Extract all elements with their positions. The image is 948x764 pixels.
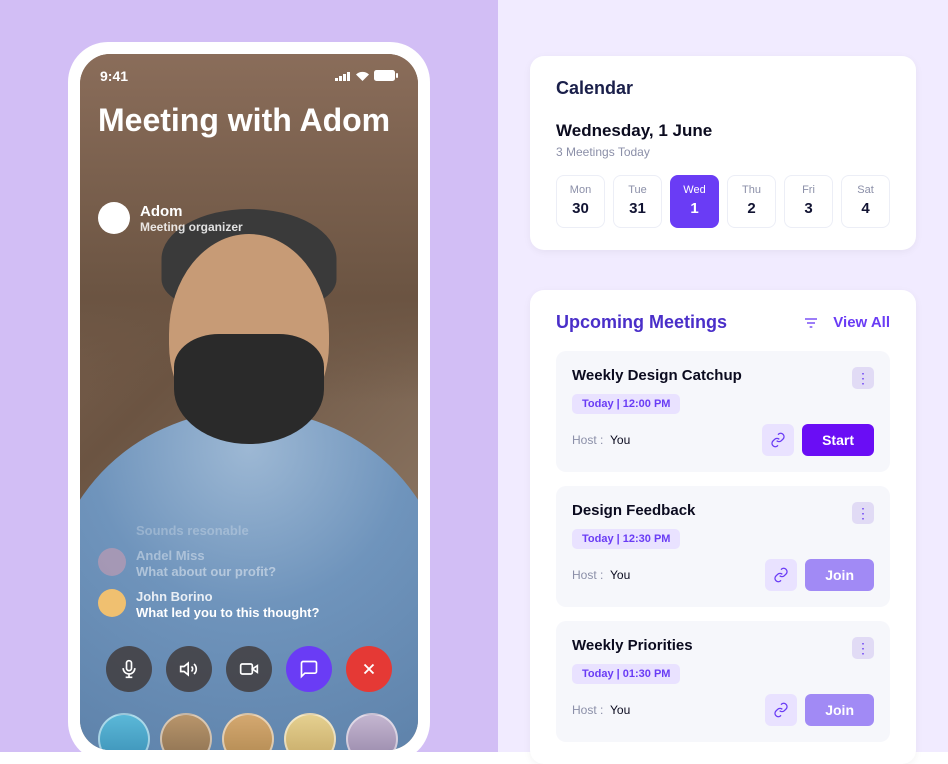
signal-icon [335, 68, 351, 84]
more-icon[interactable]: ⋮ [852, 637, 874, 659]
meeting-title: Weekly Priorities [572, 637, 693, 654]
left-panel: 9:41 Meeting with Adom Adom [0, 0, 498, 752]
join-button[interactable]: Join [805, 694, 874, 726]
phone-frame: 9:41 Meeting with Adom Adom [68, 42, 430, 762]
speaker-button[interactable] [166, 646, 212, 692]
participant-avatar[interactable] [160, 713, 212, 750]
chat-avatar [98, 589, 126, 617]
participant-avatar[interactable] [284, 713, 336, 750]
day-thu[interactable]: Thu2 [727, 175, 776, 228]
link-icon[interactable] [762, 424, 794, 456]
meeting-item: Weekly Priorities ⋮ Today | 01:30 PM Hos… [556, 621, 890, 742]
meeting-time: Today | 12:00 PM [572, 394, 680, 414]
meeting-item: Weekly Design Catchup ⋮ Today | 12:00 PM… [556, 351, 890, 472]
day-wed[interactable]: Wed1 [670, 175, 719, 228]
filter-icon[interactable] [801, 313, 821, 333]
chat-name: John Borino [136, 589, 319, 604]
meeting-host: Host : You [572, 703, 630, 717]
meeting-time: Today | 12:30 PM [572, 529, 680, 549]
calendar-card: Calendar Wednesday, 1 June 3 Meetings To… [530, 56, 916, 250]
organizer-role: Meeting organizer [140, 220, 243, 234]
day-mon[interactable]: Mon30 [556, 175, 605, 228]
status-icons [335, 68, 398, 84]
phone-screen: 9:41 Meeting with Adom Adom [80, 54, 418, 750]
participant-avatar[interactable] [346, 713, 398, 750]
video-button[interactable] [226, 646, 272, 692]
upcoming-card: Upcoming Meetings View All Weekly Design… [530, 290, 916, 764]
more-icon[interactable]: ⋮ [852, 367, 874, 389]
meeting-host: Host : You [572, 568, 630, 582]
mic-button[interactable] [106, 646, 152, 692]
chat-button[interactable] [286, 646, 332, 692]
day-tue[interactable]: Tue31 [613, 175, 662, 228]
meeting-title: Meeting with Adom [98, 102, 400, 139]
calendar-title: Calendar [556, 78, 890, 99]
upcoming-title: Upcoming Meetings [556, 312, 727, 333]
day-sat[interactable]: Sat4 [841, 175, 890, 228]
join-button[interactable]: Join [805, 559, 874, 591]
organizer-name: Adom [140, 203, 243, 220]
meeting-time: Today | 01:30 PM [572, 664, 680, 684]
chat-body: What led you to this thought? [136, 605, 319, 620]
calendar-subtitle: 3 Meetings Today [556, 145, 890, 159]
participant-avatar[interactable] [222, 713, 274, 750]
end-call-button[interactable] [346, 646, 392, 692]
chat-message: Andel Miss What about our profit? [98, 548, 400, 579]
calendar-date: Wednesday, 1 June [556, 121, 890, 141]
battery-icon [374, 68, 398, 84]
link-icon[interactable] [765, 694, 797, 726]
chat-message: John Borino What led you to this thought… [98, 589, 400, 620]
chat-body: What about our profit? [136, 564, 276, 579]
chat-overlay: Sounds resonable Andel Miss What about o… [98, 523, 400, 620]
link-icon[interactable] [765, 559, 797, 591]
day-fri[interactable]: Fri3 [784, 175, 833, 228]
more-icon[interactable]: ⋮ [852, 502, 874, 524]
call-controls [80, 646, 418, 692]
organizer: Adom Meeting organizer [98, 202, 243, 234]
view-all-link[interactable]: View All [833, 314, 890, 331]
participant-avatar[interactable] [98, 713, 150, 750]
meeting-item: Design Feedback ⋮ Today | 12:30 PM Host … [556, 486, 890, 607]
chat-name: Andel Miss [136, 548, 276, 563]
calendar-days: Mon30 Tue31 Wed1 Thu2 Fri3 Sat4 [556, 175, 890, 228]
status-bar: 9:41 [80, 68, 418, 84]
start-button[interactable]: Start [802, 424, 874, 456]
chat-avatar [98, 548, 126, 576]
meeting-title: Design Feedback [572, 502, 695, 519]
chat-message: Sounds resonable [136, 523, 400, 538]
organizer-avatar [98, 202, 130, 234]
participants [98, 713, 400, 750]
wifi-icon [355, 68, 370, 84]
status-time: 9:41 [100, 68, 128, 84]
meeting-title: Weekly Design Catchup [572, 367, 742, 384]
right-panel: Calendar Wednesday, 1 June 3 Meetings To… [498, 0, 948, 752]
meeting-host: Host : You [572, 433, 630, 447]
